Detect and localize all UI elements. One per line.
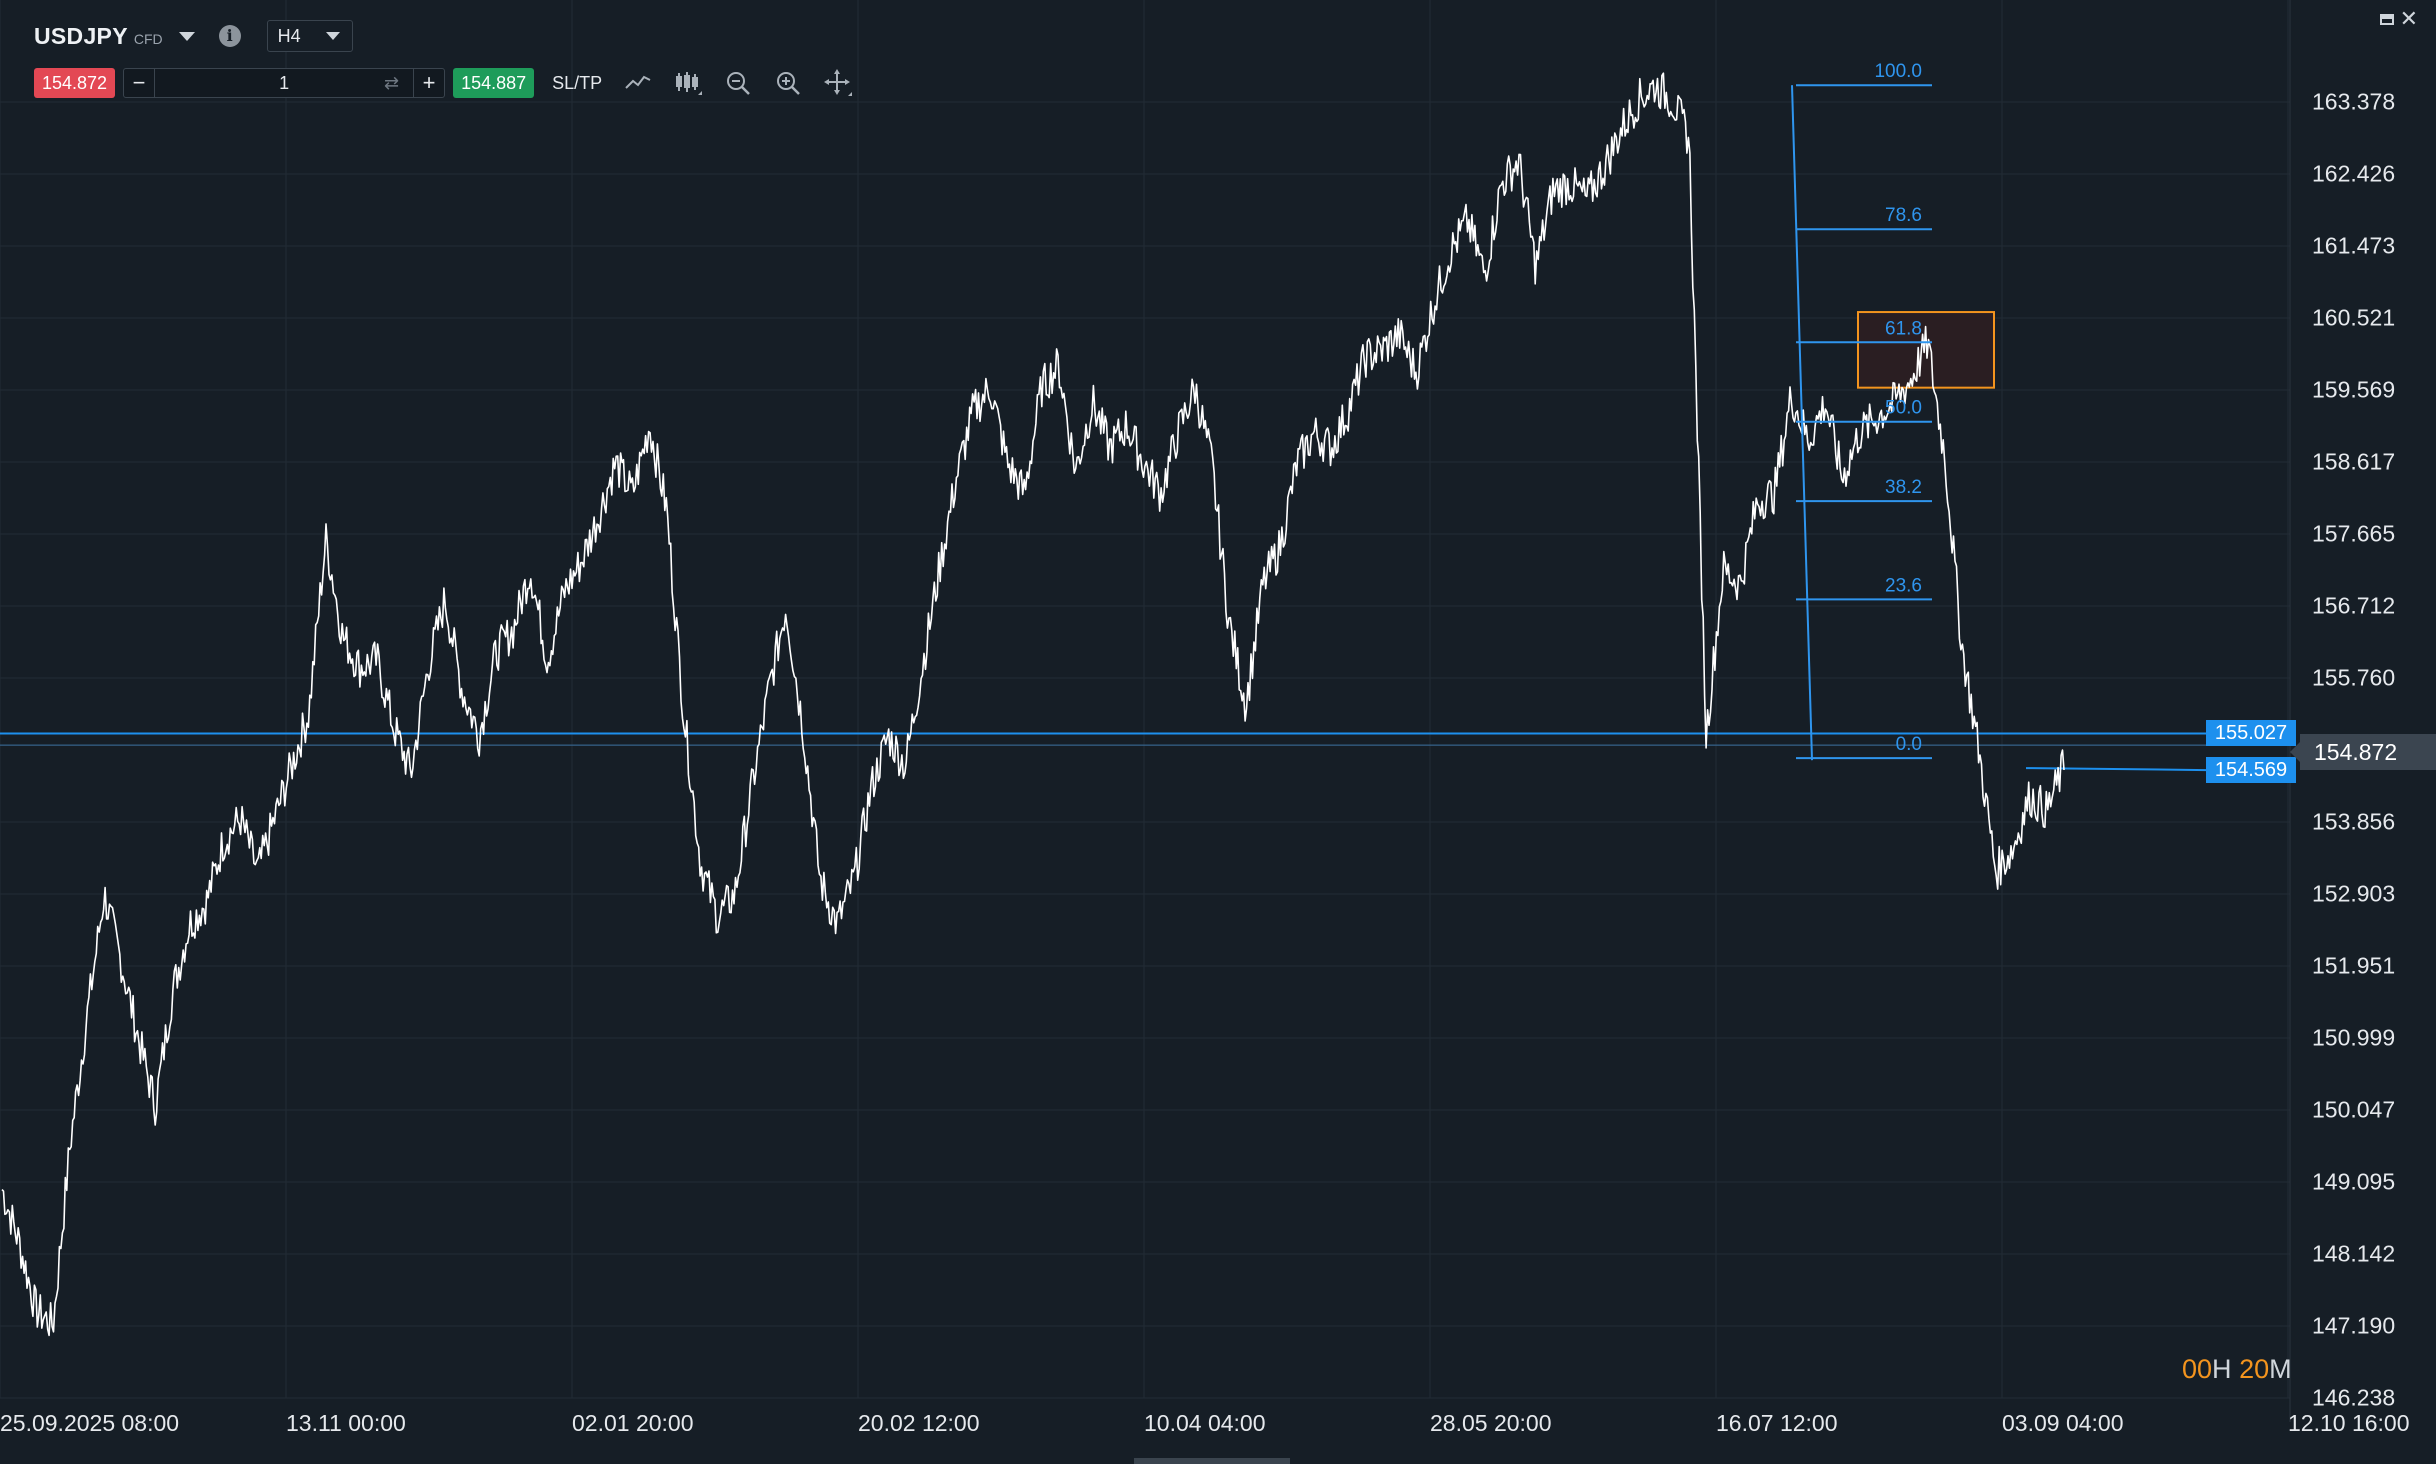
time-axis-label: 20.02 12:00 [858, 1410, 980, 1436]
fibonacci-retracement: 100.0 78.6 61.8 50.0 38.2 23.6 0.0 [1791, 61, 1932, 761]
line-chart-icon[interactable] [624, 69, 652, 97]
zoom-in-icon[interactable] [774, 69, 802, 97]
symbol-type: CFD [133, 31, 163, 47]
trade-bar: 154.872 − 1 ⇄ + 154.887 SL/TP [34, 66, 853, 100]
fibonacci-level-label: 23.6 [1885, 575, 1922, 596]
price-axis-label: 163.378 [2312, 88, 2396, 115]
zoom-out-icon[interactable] [724, 69, 752, 97]
price-axis-label: 158.617 [2312, 448, 2396, 475]
price-axis-label: 157.665 [2312, 520, 2396, 547]
fibonacci-level-label: 0.0 [1896, 734, 1922, 755]
price-axis-label: 161.473 [2312, 232, 2396, 259]
horizontal-line-price-tag[interactable]: 155.027 [2206, 720, 2296, 747]
fibonacci-level-label: 38.2 [1885, 477, 1922, 498]
price-axis-label: 155.760 [2312, 664, 2396, 691]
crosshair-icon[interactable] [824, 69, 853, 97]
price-axis-label: 148.142 [2312, 1240, 2396, 1267]
sltp-button[interactable]: SL/TP [552, 73, 602, 94]
fibonacci-level-label: 100.0 [1874, 61, 1922, 82]
timeframe-select[interactable]: H4 [266, 20, 353, 52]
time-axis-label: 12.10 16:00 [2288, 1410, 2410, 1436]
timeframe-value: H4 [277, 25, 301, 46]
time-axis-label: 25.09.2025 08:00 [0, 1410, 180, 1436]
price-series-line [1, 72, 2065, 1337]
horizontal-line-lower[interactable] [2025, 767, 2207, 772]
candle-countdown: 00H 20M [2182, 1354, 2292, 1385]
countdown-hours-unit: H [2212, 1354, 2232, 1384]
quantity-input[interactable]: 1 ⇄ [154, 69, 415, 97]
time-axis-label: 03.09 04:00 [2002, 1410, 2124, 1436]
fibonacci-level-label: 61.8 [1885, 318, 1922, 339]
horizontal-line-price-tag[interactable]: 154.569 [2206, 757, 2296, 784]
price-axis-label: 156.712 [2312, 592, 2396, 619]
countdown-minutes-unit: M [2269, 1354, 2292, 1384]
sell-button[interactable]: 154.872 [34, 68, 116, 98]
swap-icon[interactable]: ⇄ [384, 69, 399, 97]
time-axis[interactable]: 25.09.2025 08:00 13.11 00:00 02.01 20:00 20… [0, 1396, 2436, 1436]
current-price-tag: 154.872 [2290, 734, 2436, 770]
countdown-hours: 00 [2182, 1354, 2213, 1384]
time-axis-label: 16.07 12:00 [1716, 1410, 1838, 1436]
buy-button[interactable]: 154.887 [453, 68, 535, 98]
price-axis-label: 151.951 [2312, 952, 2396, 979]
price-axis-label: 150.047 [2312, 1096, 2396, 1123]
horizontal-lines [0, 732, 2207, 772]
decrease-quantity-button[interactable]: − [124, 69, 154, 97]
price-axis-label: 152.903 [2312, 880, 2396, 907]
symbol-dropdown-icon[interactable] [178, 31, 195, 41]
price-chart[interactable]: 100.0 78.6 61.8 50.0 38.2 23.6 0.0 [0, 0, 2436, 1464]
info-icon[interactable]: i [218, 25, 241, 47]
time-axis-label: 10.04 04:00 [1144, 1410, 1266, 1436]
price-axis[interactable]: 163.378 162.426 161.473 160.521 159.569 158.6… [2290, 0, 2436, 1422]
candles-icon[interactable] [674, 69, 703, 97]
quantity-stepper[interactable]: − 1 ⇄ + [123, 68, 446, 98]
price-axis-label: 162.426 [2312, 160, 2396, 187]
symbol-name[interactable]: USDJPY [34, 23, 128, 50]
increase-quantity-button[interactable]: + [414, 69, 444, 97]
time-axis-label: 13.11 00:00 [286, 1410, 406, 1436]
price-axis-label: 153.856 [2312, 808, 2396, 835]
time-axis-label: 28.05 20:00 [1430, 1410, 1552, 1436]
countdown-minutes: 20 [2239, 1354, 2270, 1384]
chevron-down-icon [325, 32, 340, 40]
chart-scrollbar[interactable] [1134, 1458, 1290, 1464]
price-axis-label: 149.095 [2312, 1168, 2396, 1195]
chart-grid [0, 0, 2291, 1422]
quantity-value: 1 [279, 73, 290, 93]
fibonacci-level-label: 78.6 [1885, 205, 1922, 226]
symbol-header: USDJPY CFD i H4 [34, 16, 353, 56]
fibonacci-level-label: 50.0 [1885, 398, 1922, 419]
price-axis-label: 147.190 [2312, 1312, 2396, 1339]
price-axis-label: 150.999 [2312, 1024, 2396, 1051]
time-axis-label: 02.01 20:00 [572, 1410, 694, 1436]
price-axis-label: 159.569 [2312, 376, 2396, 403]
price-axis-label: 160.521 [2312, 304, 2396, 331]
price-series [1, 72, 2065, 1337]
